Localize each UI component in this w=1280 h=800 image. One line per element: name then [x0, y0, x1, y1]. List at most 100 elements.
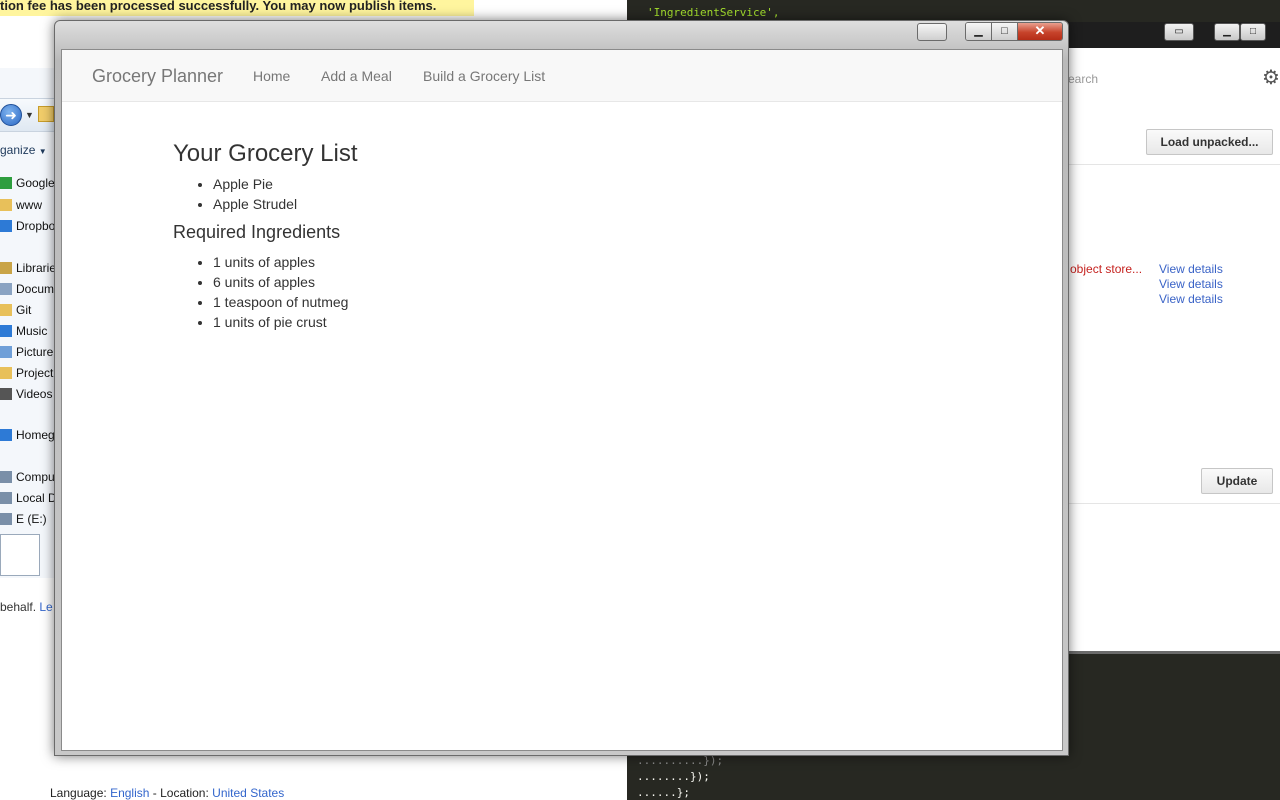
maximize-button[interactable]: □: [1240, 23, 1266, 41]
update-button[interactable]: Update: [1201, 468, 1273, 494]
tree-item[interactable]: Videos: [0, 385, 55, 403]
drive-icon: [0, 513, 12, 525]
load-unpacked-button[interactable]: Load unpacked...: [1146, 129, 1273, 155]
tree-item[interactable]: Git: [0, 301, 55, 319]
tree-item[interactable]: Music: [0, 322, 55, 340]
pictures-icon: [0, 346, 12, 358]
tree-item-label: Compute: [16, 470, 55, 484]
tree-item[interactable]: Libraries: [0, 259, 56, 277]
tree-item[interactable]: www: [0, 196, 55, 214]
nav-build-grocery-list[interactable]: Build a Grocery List: [423, 50, 545, 102]
language-location-footer: Language: English - Location: United Sta…: [50, 786, 284, 800]
tree-item-label: Videos: [16, 387, 53, 401]
folder-icon: [0, 367, 12, 379]
divider: [1068, 503, 1280, 504]
tree-item-label: Music: [16, 324, 48, 338]
checkmark-icon: [0, 177, 12, 189]
computer-icon: [0, 471, 12, 483]
dropbox-icon: [0, 220, 12, 232]
chevron-down-icon: ▼: [38, 147, 47, 156]
tree-item-label: Dropbo: [16, 219, 56, 233]
view-details-link[interactable]: View details: [1159, 262, 1223, 276]
language-label: Language:: [50, 786, 107, 800]
error-text: d object store...: [1060, 262, 1143, 276]
list-item: Apple Strudel: [213, 194, 873, 214]
documents-icon: [0, 283, 12, 295]
tree-item[interactable]: Project: [0, 364, 55, 382]
behalf-label: behalf.: [0, 600, 37, 614]
section-title: Required Ingredients: [173, 222, 341, 242]
folder-icon: [0, 304, 12, 316]
code-line: ........});: [637, 770, 710, 783]
snap-button[interactable]: ▭: [1164, 23, 1194, 41]
minimize-button[interactable]: ▁: [966, 23, 992, 40]
tree-item[interactable]: Homegr: [0, 426, 56, 444]
snap-button[interactable]: [917, 23, 947, 41]
learn-more-link[interactable]: Le: [39, 600, 52, 614]
window-controls: ▁ □ ✕: [965, 22, 1063, 41]
drive-icon: [0, 492, 12, 504]
tree-item-label: Git: [16, 303, 32, 317]
code-line: 'IngredientService',: [647, 6, 780, 19]
folder-icon: [0, 199, 12, 211]
music-icon: [0, 325, 12, 337]
tree-item-label: E (E:): [16, 512, 47, 526]
view-details-link[interactable]: View details: [1159, 292, 1223, 306]
nav-home[interactable]: Home: [253, 50, 290, 102]
tree-item-label: Docum: [16, 282, 55, 296]
window-titlebar[interactable]: ▁ □ ✕: [55, 21, 1068, 49]
organize-menu[interactable]: ganize ▼: [0, 140, 55, 160]
tree-item[interactable]: Docum: [0, 280, 55, 298]
file-explorer-panel: ➜ ▼ ganize ▼ Google www Dropbo Libraries Doc…: [0, 68, 56, 578]
tree-item[interactable]: Local D: [0, 489, 56, 507]
list-item: 1 units of apples: [213, 252, 873, 272]
tree-item[interactable]: Picture: [0, 343, 55, 361]
divider: [1068, 164, 1280, 165]
tree-item-label: www: [16, 198, 42, 212]
nav-add-meal[interactable]: Add a Meal: [321, 50, 392, 102]
minimize-button[interactable]: ▁: [1214, 23, 1240, 41]
list-item: Apple Pie: [213, 174, 873, 194]
success-banner: tion fee has been processed successfully…: [0, 0, 474, 16]
code-line: ......};: [637, 786, 690, 799]
tree-item-label: Picture: [16, 345, 54, 359]
organize-label: ganize: [0, 143, 36, 157]
location-label: - Location:: [152, 786, 209, 800]
tree-item-label: Libraries: [16, 261, 56, 275]
tree-item[interactable]: E (E:): [0, 510, 55, 528]
back-arrow-icon[interactable]: ➜: [0, 104, 22, 126]
grocery-planner-window: ▁ □ ✕ Grocery Planner Home Add a Meal Bu…: [54, 20, 1069, 756]
extensions-titlebar: ▭ ▁ □: [1068, 22, 1280, 48]
homegroup-icon: [0, 429, 12, 441]
close-button[interactable]: ✕: [1018, 23, 1062, 40]
navbar: Grocery Planner Home Add a Meal Build a …: [62, 50, 1062, 102]
tree-item[interactable]: Google: [0, 174, 55, 192]
tree-item-label: Local D: [16, 491, 56, 505]
ingredient-list: 1 units of apples 6 units of apples 1 te…: [173, 252, 873, 332]
location-link[interactable]: United States: [212, 786, 284, 800]
app-viewport: Grocery Planner Home Add a Meal Build a …: [61, 49, 1063, 751]
tree-item[interactable]: Compute: [0, 468, 55, 486]
library-icon: [0, 262, 12, 274]
gear-icon[interactable]: ⚙: [1262, 68, 1280, 88]
search-text[interactable]: earch: [1068, 72, 1098, 86]
view-details-link[interactable]: View details: [1159, 277, 1223, 291]
folder-icon: [38, 106, 54, 122]
videos-icon: [0, 388, 12, 400]
language-link[interactable]: English: [110, 786, 149, 800]
list-item: 1 teaspoon of nutmeg: [213, 292, 873, 312]
list-item: 6 units of apples: [213, 272, 873, 292]
main-content: Your Grocery List Apple Pie Apple Strude…: [173, 122, 873, 332]
meal-list: Apple Pie Apple Strudel: [173, 174, 873, 214]
tree-item-label: Project: [16, 366, 54, 380]
tree-item-label: Google: [16, 176, 55, 190]
thumbnail-preview[interactable]: [0, 534, 40, 576]
page-title: Your Grocery List: [173, 140, 358, 167]
behalf-text: behalf. Le: [0, 600, 53, 614]
maximize-button[interactable]: □: [992, 23, 1018, 40]
extensions-window: ▭ ▁ □ earch ⚙ Load unpacked... d object …: [1060, 22, 1280, 654]
brand-link[interactable]: Grocery Planner: [92, 50, 223, 102]
tree-item[interactable]: Dropbo: [0, 217, 56, 235]
tree-item-label: Homegr: [16, 428, 56, 442]
chevron-down-icon[interactable]: ▼: [25, 110, 34, 120]
